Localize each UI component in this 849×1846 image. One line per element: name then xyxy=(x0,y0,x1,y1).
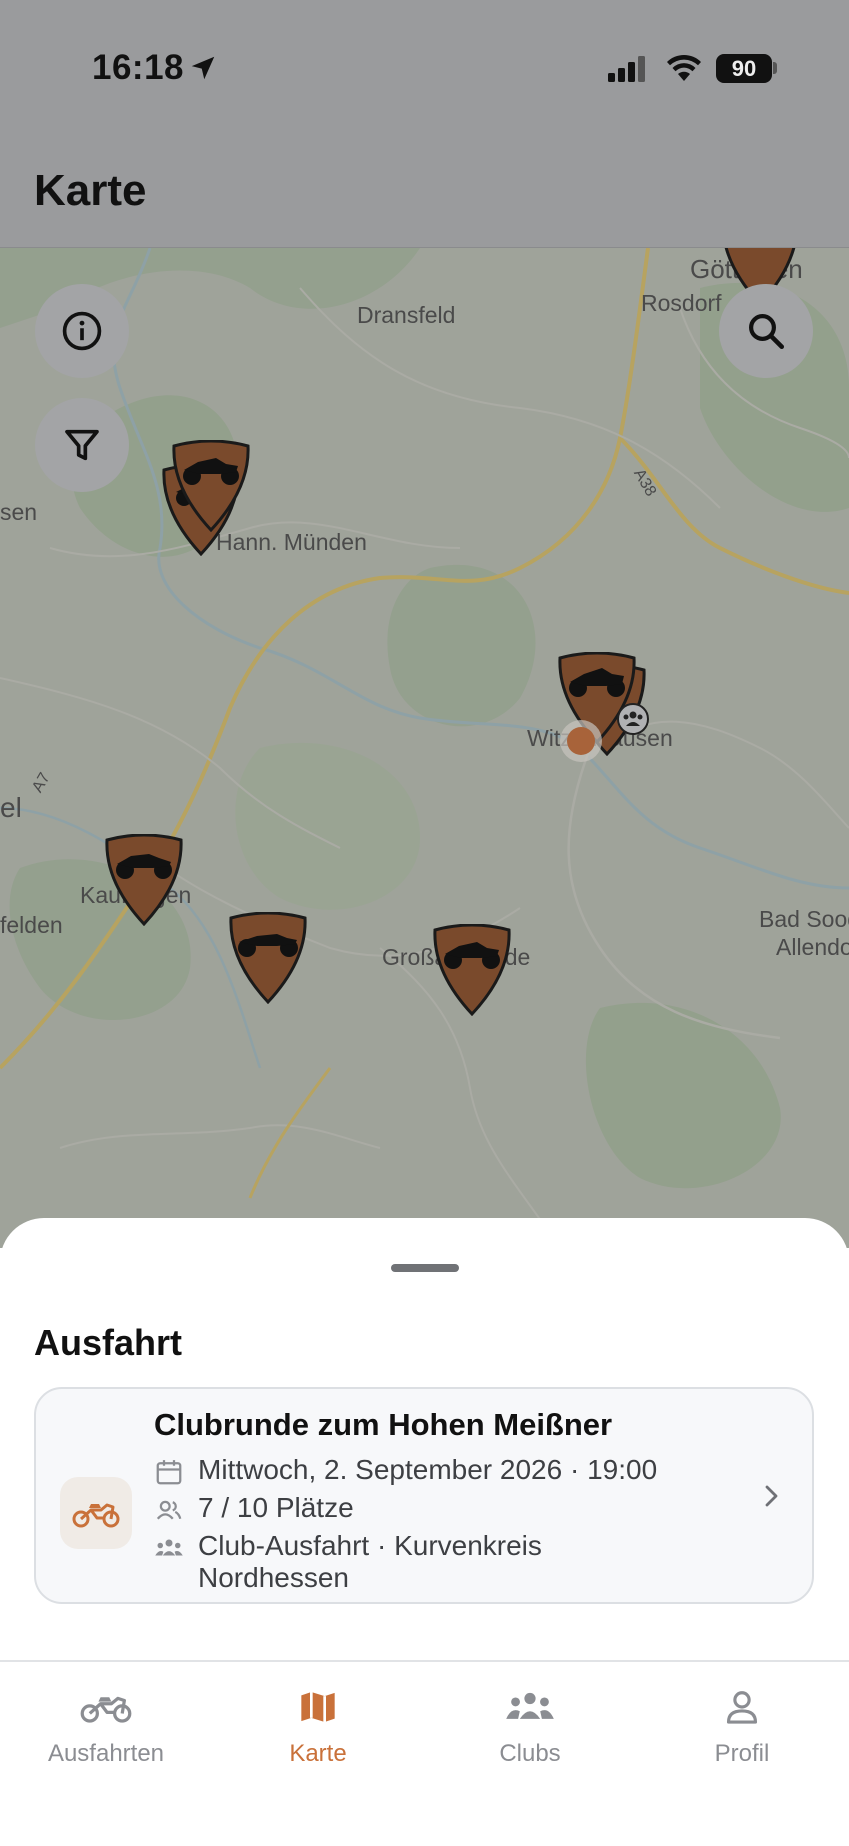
navigation-header: Karte xyxy=(0,140,849,248)
battery-indicator: 90 xyxy=(716,54,772,83)
map-view[interactable]: Göttingen Rosdorf Dransfeld sen Hann. Mü… xyxy=(0,248,849,1248)
tab-bar: Ausfahrten Karte Clubs Profil xyxy=(0,1660,849,1846)
ride-pin-marker[interactable] xyxy=(431,924,513,1016)
tab-label: Karte xyxy=(289,1740,347,1767)
page-title: Karte xyxy=(34,166,147,215)
calendar-icon xyxy=(156,1460,182,1485)
tab-profil[interactable]: Profil xyxy=(636,1684,848,1768)
map-label-sen: sen xyxy=(0,499,38,525)
selected-location-dot xyxy=(560,720,602,762)
map-icon xyxy=(301,1692,335,1722)
tab-karte[interactable]: Karte xyxy=(212,1684,424,1768)
group-icon xyxy=(155,1539,183,1556)
map-label-el: el xyxy=(0,792,22,823)
battery-tip xyxy=(773,62,777,74)
ride-seats-row: 7 / 10 Plätze xyxy=(154,1492,354,1525)
search-icon xyxy=(749,314,785,350)
ride-seats: 7 / 10 Plätze xyxy=(198,1492,354,1523)
map-label-rosdorf: Rosdorf xyxy=(641,290,722,316)
club-ride-badge-icon xyxy=(617,703,649,735)
motorcycle-icon xyxy=(80,1696,132,1723)
tab-label: Profil xyxy=(714,1740,770,1767)
motorcycle-icon xyxy=(72,1503,120,1528)
map-label-allendorf: Allendorf xyxy=(776,934,849,960)
tab-clubs[interactable]: Clubs xyxy=(424,1684,636,1768)
chevron-right-icon xyxy=(765,1485,778,1507)
wifi-icon xyxy=(667,54,701,81)
ride-type-line1: Club-Ausfahrt · Kurvenkreis xyxy=(198,1530,542,1561)
people-icon xyxy=(156,1500,182,1520)
status-time: 16:18 xyxy=(92,48,185,87)
info-icon xyxy=(62,311,102,351)
ride-type-row: Club-Ausfahrt · Kurvenkreis Nordhessen xyxy=(154,1530,542,1594)
location-arrow-icon xyxy=(191,56,215,80)
ride-pin-marker[interactable] xyxy=(170,440,252,532)
ride-thumbnail xyxy=(60,1477,132,1549)
sheet-title: Ausfahrt xyxy=(34,1322,183,1363)
ride-title: Clubrunde zum Hohen Meißner xyxy=(154,1407,613,1442)
ride-pin-marker[interactable] xyxy=(103,834,185,926)
people-icon xyxy=(506,1692,554,1719)
filter-button[interactable] xyxy=(35,398,129,492)
status-bar: 16:18 90 xyxy=(0,0,849,140)
map-label-dransfeld: Dransfeld xyxy=(357,302,456,328)
ride-type-line2: Nordhessen xyxy=(198,1562,349,1593)
map-label-bad-sooden: Bad Sooden- xyxy=(759,906,849,932)
ride-pin-marker[interactable] xyxy=(227,912,309,1004)
tab-ausfahrten[interactable]: Ausfahrten xyxy=(0,1684,212,1768)
info-button[interactable] xyxy=(35,284,129,378)
tab-label: Clubs xyxy=(499,1740,561,1767)
tab-label: Ausfahrten xyxy=(47,1740,165,1767)
ride-date: Mittwoch, 2. September 2026 · 19:00 xyxy=(198,1454,658,1485)
ride-card[interactable]: Clubrunde zum Hohen Meißner Mittwoch, 2.… xyxy=(34,1387,814,1604)
person-icon xyxy=(726,1691,758,1724)
map-label-felden: felden xyxy=(0,912,63,938)
cellular-signal-icon xyxy=(608,56,645,82)
search-button[interactable] xyxy=(719,284,813,378)
map-base-layer xyxy=(0,248,849,1248)
ride-date-row: Mittwoch, 2. September 2026 · 19:00 xyxy=(154,1454,657,1487)
sheet-grabber[interactable] xyxy=(391,1264,459,1272)
filter-icon xyxy=(65,429,99,461)
